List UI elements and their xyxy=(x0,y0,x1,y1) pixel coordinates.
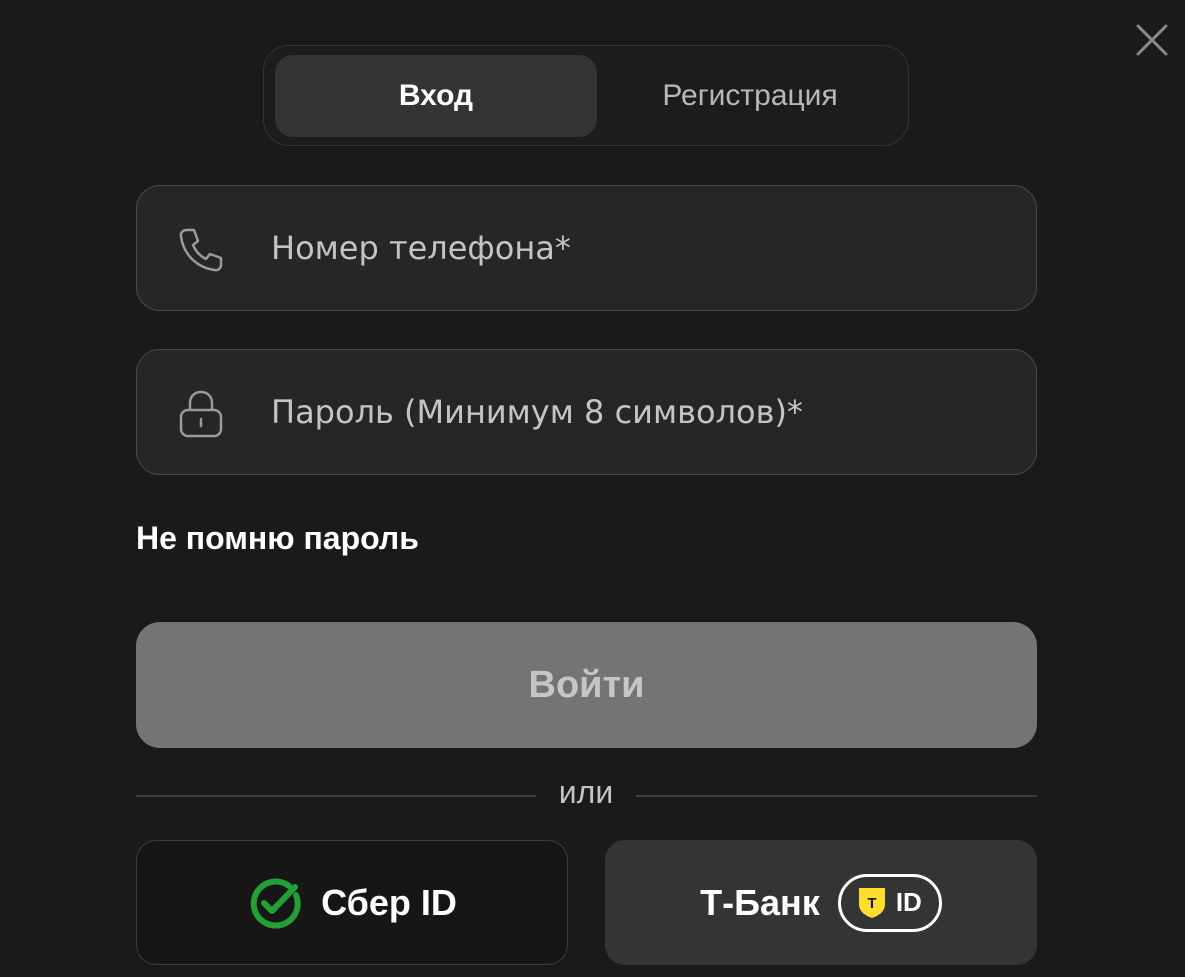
tbank-id-badge: T ID xyxy=(837,873,942,932)
auth-tabs: Вход Регистрация xyxy=(263,45,909,146)
tbank-id-button[interactable]: Т-Банк T ID xyxy=(605,840,1037,965)
sber-id-button[interactable]: Сбер ID xyxy=(136,840,568,965)
password-field[interactable] xyxy=(136,349,1037,475)
sber-id-label: Сбер ID xyxy=(321,881,457,923)
phone-field[interactable] xyxy=(136,185,1037,311)
divider-label: или xyxy=(558,774,614,810)
close-icon[interactable] xyxy=(1132,20,1172,60)
password-input[interactable] xyxy=(271,350,1011,474)
phone-icon xyxy=(179,228,223,272)
phone-input[interactable] xyxy=(271,186,1011,310)
tbank-badge-id-text: ID xyxy=(895,887,922,917)
login-button[interactable]: Войти xyxy=(136,622,1037,748)
divider-line-left xyxy=(136,795,536,797)
tbank-shield-icon: T xyxy=(858,887,885,918)
tbank-badge-letter: T xyxy=(867,895,876,912)
lock-icon xyxy=(179,390,223,438)
tab-register[interactable]: Регистрация xyxy=(600,55,900,137)
login-modal: Вход Регистрация Не помню пароль Войти и… xyxy=(0,0,1185,977)
sber-logo-icon xyxy=(250,878,301,929)
forgot-password-link[interactable]: Не помню пароль xyxy=(136,520,419,557)
tbank-label: Т-Банк xyxy=(700,881,820,923)
tab-login[interactable]: Вход xyxy=(275,55,597,137)
divider-line-right xyxy=(636,795,1037,797)
